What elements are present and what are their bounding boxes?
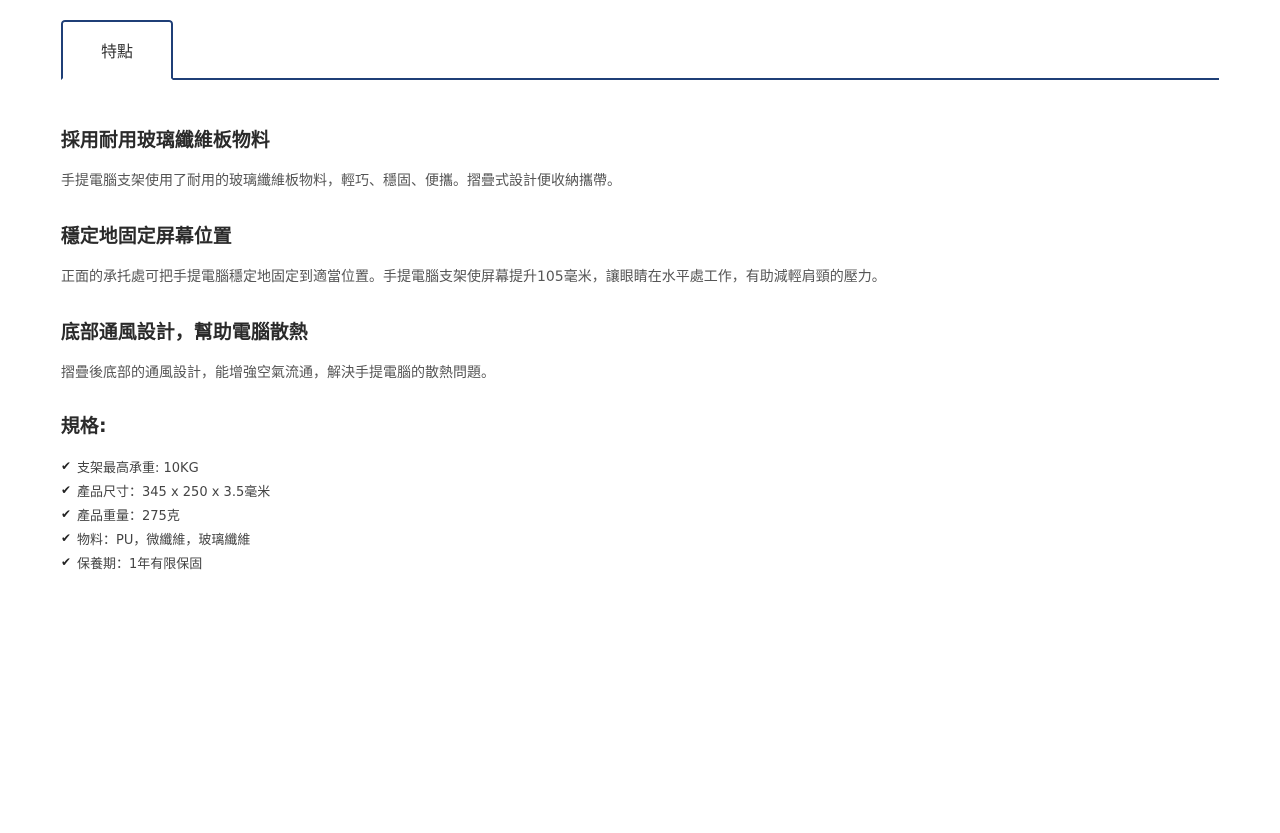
check-icon: ✔	[61, 507, 72, 521]
check-icon: ✔	[61, 555, 72, 569]
spec-text: 物料：PU，微纖維，玻璃纖維	[77, 532, 251, 548]
tab-features-label: 特點	[100, 42, 133, 61]
spec-text: 保養期：1年有限保固	[77, 556, 203, 572]
section-ventilation: 底部通風設計，幫助電腦散熱 摺疊後底部的通風設計，能增強空氣流通，解決手提電腦的…	[61, 318, 1219, 384]
section-stability: 穩定地固定屏幕位置 正面的承托處可把手提電腦穩定地固定到適當位置。手提電腦支架使…	[61, 222, 1219, 288]
tab-bar: 特點	[61, 20, 1219, 80]
section-text: 手提電腦支架使用了耐用的玻璃纖維板物料，輕巧、穩固、便攜。摺疊式設計便收納攜帶。	[61, 173, 621, 189]
specs-list: ✔ 支架最高承重: 10KG ✔ 產品尺寸：345 x 250 x 3.5毫米 …	[61, 454, 1219, 574]
list-item: ✔ 保養期：1年有限保固	[61, 550, 1219, 574]
section-title: 穩定地固定屏幕位置	[61, 225, 233, 247]
list-item: ✔ 產品重量：275克	[61, 502, 1219, 526]
check-icon: ✔	[61, 483, 72, 497]
spec-text: 產品重量：275克	[77, 508, 180, 524]
tab-content: 採用耐用玻璃纖維板物料 手提電腦支架使用了耐用的玻璃纖維板物料，輕巧、穩固、便攜…	[61, 126, 1219, 574]
list-item: ✔ 物料：PU，微纖維，玻璃纖維	[61, 526, 1219, 550]
section-title: 採用耐用玻璃纖維板物料	[61, 129, 271, 151]
spec-text: 產品尺寸：345 x 250 x 3.5毫米	[77, 484, 271, 500]
check-icon: ✔	[61, 531, 72, 545]
section-text: 摺疊後底部的通風設計，能增強空氣流通，解決手提電腦的散熱問題。	[61, 365, 495, 381]
section-material: 採用耐用玻璃纖維板物料 手提電腦支架使用了耐用的玻璃纖維板物料，輕巧、穩固、便攜…	[61, 126, 1219, 192]
spec-text: 支架最高承重: 10KG	[77, 460, 199, 476]
section-title: 底部通風設計，幫助電腦散熱	[61, 321, 309, 343]
list-item: ✔ 支架最高承重: 10KG	[61, 454, 1219, 478]
check-icon: ✔	[61, 459, 72, 473]
specs-title: 規格:	[61, 415, 107, 437]
list-item: ✔ 產品尺寸：345 x 250 x 3.5毫米	[61, 478, 1219, 502]
section-text: 正面的承托處可把手提電腦穩定地固定到適當位置。手提電腦支架使屏幕提升105毫米，…	[61, 269, 886, 285]
tab-features[interactable]: 特點	[61, 20, 173, 80]
